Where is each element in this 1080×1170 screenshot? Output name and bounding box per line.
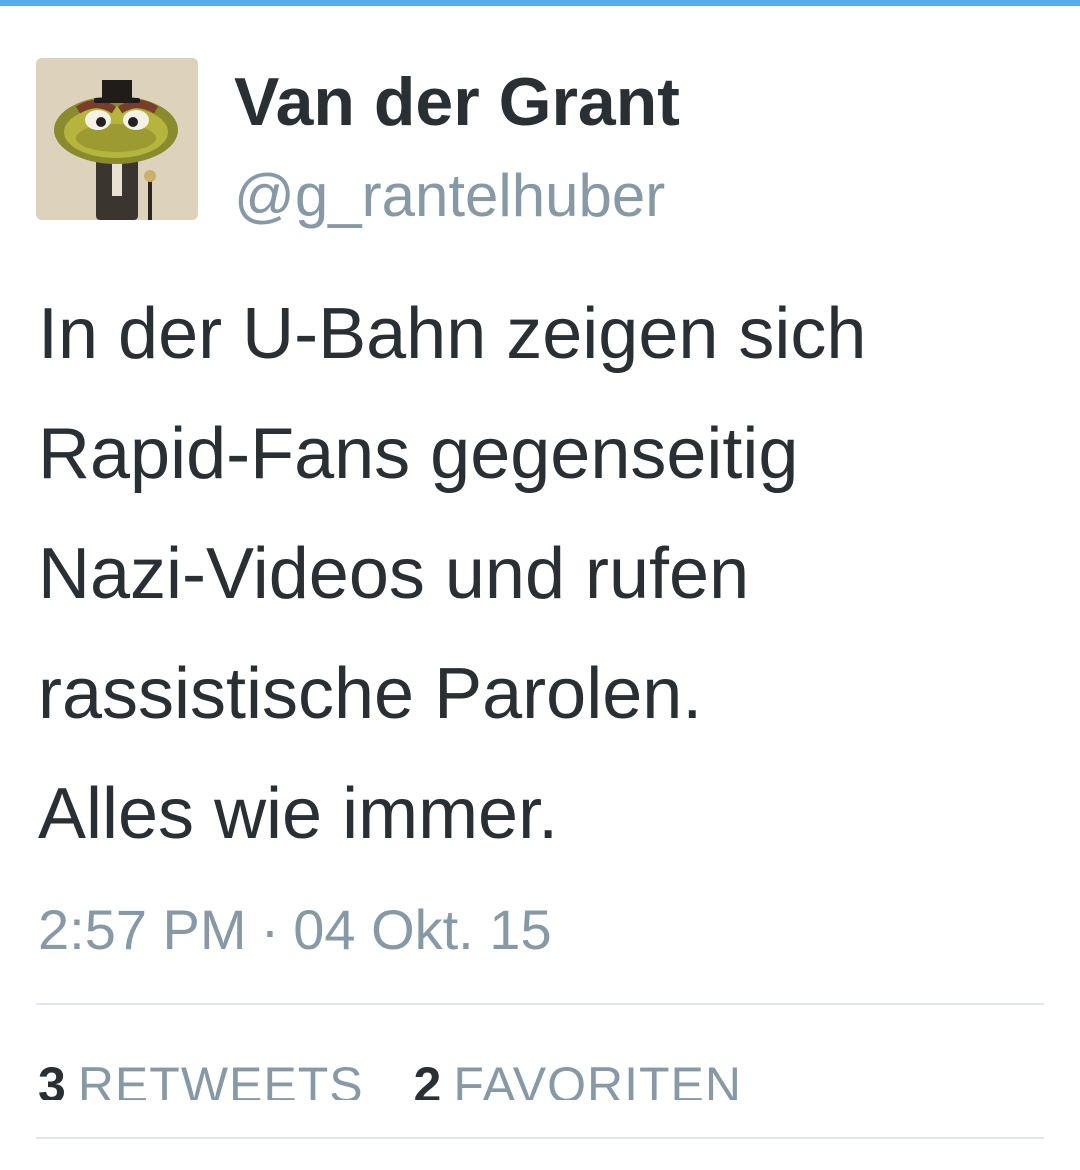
favorites-label: FAVORITEN <box>453 1057 742 1100</box>
tweet-text-line: rassistische Parolen. <box>38 654 703 734</box>
tweet-timestamp[interactable]: 2:57 PM · 04 Okt. 15 <box>38 892 552 968</box>
divider <box>36 1137 1044 1139</box>
tweet-text-line: In der U-Bahn zeigen sich <box>38 294 867 374</box>
avatar-image <box>36 58 198 220</box>
retweets-label: RETWEETS <box>77 1057 364 1100</box>
retweets-stat[interactable]: 3 RETWEETS <box>38 1052 364 1100</box>
tweet-text-line: Rapid-Fans gegenseitig <box>38 414 799 494</box>
favorites-count: 2 <box>413 1057 442 1100</box>
tweet-date: 04 Okt. 15 <box>293 898 552 961</box>
display-name[interactable]: Van der Grant <box>234 62 680 142</box>
tweet-text-line: Alles wie immer. <box>38 774 559 854</box>
tweet-time: 2:57 PM <box>38 898 247 961</box>
retweets-count: 3 <box>38 1057 66 1100</box>
tweet-stats: 3 RETWEETS 2 FAVORITEN <box>38 1052 778 1100</box>
favorites-stat[interactable]: 2 FAVORITEN <box>414 1052 742 1100</box>
top-accent-bar <box>0 0 1080 6</box>
avatar[interactable] <box>36 58 198 220</box>
tweet-text: In der U-Bahn zeigen sich Rapid-Fans geg… <box>38 274 1048 874</box>
user-handle[interactable]: @g_rantelhuber <box>234 158 665 234</box>
divider <box>36 1003 1044 1005</box>
timestamp-separator: · <box>260 898 280 961</box>
tweet-text-line: Nazi-Videos und rufen <box>38 534 750 614</box>
